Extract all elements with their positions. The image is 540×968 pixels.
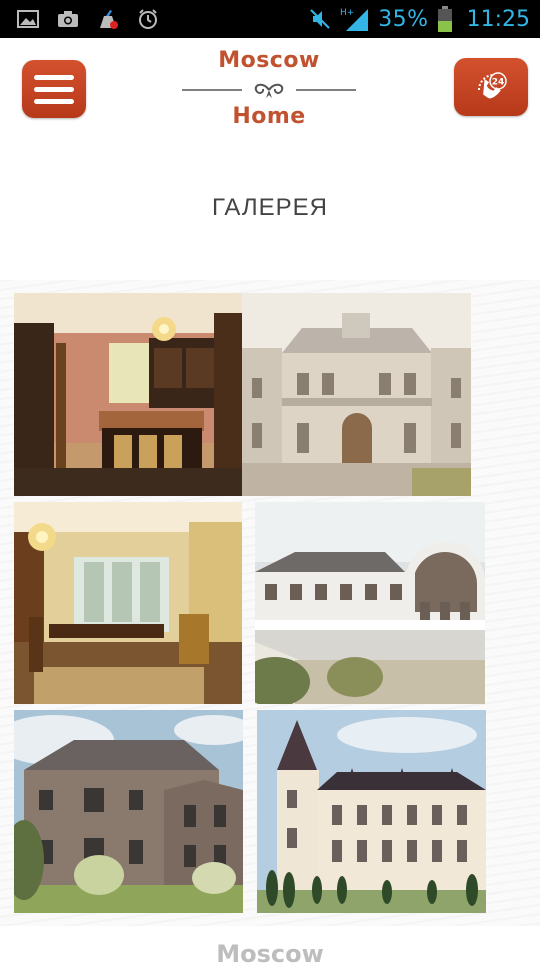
network-type-label: H+ — [340, 8, 354, 18]
logo-line2: Home — [232, 104, 306, 129]
camera-icon — [56, 8, 80, 30]
dining-room-photo — [14, 502, 242, 704]
gallery-item-palace-facade[interactable] — [242, 293, 471, 496]
call-badge: 24 — [492, 78, 505, 88]
cleaner-icon — [96, 8, 120, 30]
logo-ornament — [182, 83, 356, 98]
brick-house-photo — [14, 710, 243, 913]
status-bar: H+ 35% 11:25 — [0, 0, 540, 38]
gallery-item-kitchen[interactable] — [14, 293, 242, 496]
gallery-item-dining-room[interactable] — [14, 502, 242, 704]
alarm-clock-icon — [136, 8, 160, 30]
clock-time: 11:25 — [466, 6, 530, 32]
site-logo[interactable]: Moscow Home — [180, 46, 358, 130]
chateau-photo — [257, 710, 486, 913]
mute-icon — [308, 8, 332, 30]
app-header: Moscow Home 24 — [0, 38, 540, 150]
gallery-item-chateau[interactable] — [257, 710, 486, 913]
call-button[interactable]: 24 — [454, 58, 528, 116]
gallery-item-brick-house[interactable] — [14, 710, 243, 913]
battery-icon — [437, 6, 453, 32]
footer: Moscow — [0, 926, 540, 968]
footer-logo: Moscow — [216, 940, 324, 968]
gallery-item-white-mansion[interactable] — [255, 502, 485, 704]
kitchen-photo — [14, 293, 242, 496]
page-title: ГАЛЕРЕЯ — [211, 194, 329, 221]
logo-line1: Moscow — [218, 48, 320, 73]
phone-24-icon: 24 — [478, 72, 507, 99]
battery-percent: 35% — [378, 6, 429, 32]
image-icon — [16, 8, 40, 30]
palace-photo — [242, 293, 471, 496]
menu-button[interactable] — [22, 60, 86, 118]
signal-icon: H+ — [340, 8, 370, 31]
mansion-photo — [255, 502, 485, 704]
hamburger-icon — [34, 74, 74, 80]
